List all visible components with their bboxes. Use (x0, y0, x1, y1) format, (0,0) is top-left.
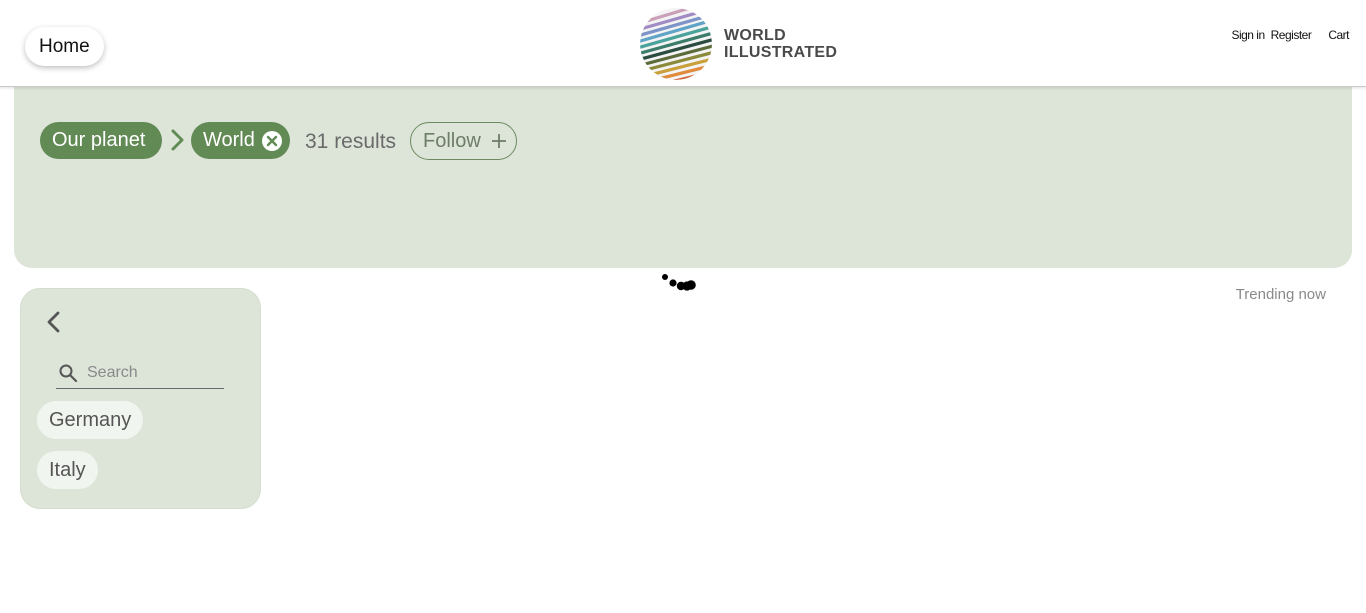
chip-label: World (203, 129, 255, 151)
region-search-input[interactable] (87, 361, 222, 385)
breadcrumb-chip-world[interactable]: World (191, 122, 290, 159)
logo-line-1: WORLD (724, 27, 786, 44)
logo-line-2: ILLUSTRATED (724, 44, 838, 61)
country-item-germany[interactable]: Germany (37, 401, 144, 439)
globe-logo-icon (640, 8, 712, 80)
country-item-italy[interactable]: Italy (37, 451, 98, 489)
remove-filter-icon[interactable] (261, 130, 282, 151)
follow-button[interactable]: Follow (410, 122, 517, 160)
home-button[interactable]: Home (25, 27, 104, 66)
cart-link[interactable]: Cart (1328, 28, 1349, 42)
trending-now-label[interactable]: Trending now (1236, 286, 1326, 303)
filter-panel: Our planet World 31 results Follow (14, 87, 1352, 268)
sign-in-link[interactable]: Sign in (1231, 28, 1265, 42)
results-count: 31 results (305, 130, 397, 153)
follow-label: Follow (423, 130, 481, 152)
site-header: Home WORLD ILLUSTRATED Sign in Register … (0, 0, 1366, 87)
region-filter-panel: Germany Italy (20, 288, 261, 509)
search-icon (59, 364, 78, 383)
plus-icon (492, 134, 506, 148)
site-logo[interactable]: WORLD ILLUSTRATED (640, 8, 837, 80)
loading-spinner-icon (662, 274, 696, 291)
chevron-right-icon (171, 129, 184, 151)
logo-wordmark: WORLD ILLUSTRATED (724, 27, 837, 61)
region-search (56, 359, 224, 389)
account-links: Sign in Register Cart (1231, 28, 1349, 42)
chevron-left-icon[interactable] (43, 309, 63, 335)
register-link[interactable]: Register (1271, 28, 1312, 42)
breadcrumb-chip-our-planet[interactable]: Our planet (40, 122, 162, 159)
